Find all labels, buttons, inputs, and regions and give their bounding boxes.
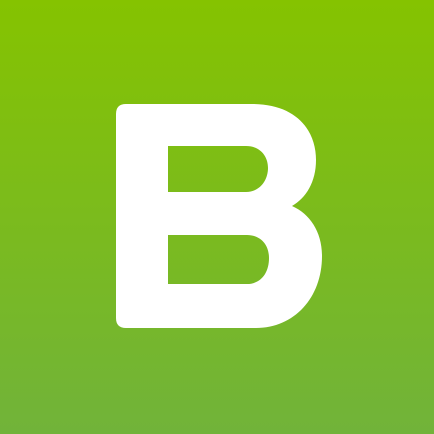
b-letter-shape [116, 104, 322, 328]
b-logo-icon: B [116, 104, 322, 328]
app-icon[interactable]: B [0, 0, 434, 434]
